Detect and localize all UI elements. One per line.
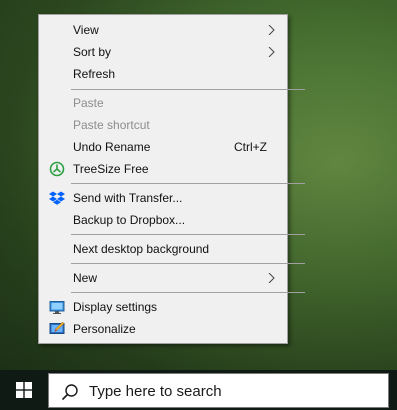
menu-item-view-label: View xyxy=(73,23,99,37)
menu-item-send-with-transfer[interactable]: Send with Transfer... xyxy=(39,187,287,209)
taskbar xyxy=(0,370,397,410)
menu-item-new-label: New xyxy=(73,271,98,285)
treesize-icon xyxy=(49,161,65,177)
menu-item-personalize-label: Personalize xyxy=(73,322,136,336)
menu-item-paste[interactable]: Paste xyxy=(39,92,287,114)
menu-item-undo-rename[interactable]: Undo Rename Ctrl+Z xyxy=(39,136,287,158)
taskbar-search-box[interactable] xyxy=(48,373,389,408)
menu-item-view[interactable]: View xyxy=(39,19,287,41)
menu-item-backup-to-dropbox[interactable]: Backup to Dropbox... xyxy=(39,209,287,231)
start-button[interactable] xyxy=(0,370,48,410)
menu-item-backup-to-dropbox-label: Backup to Dropbox... xyxy=(73,213,186,227)
monitor-icon xyxy=(49,301,65,314)
menu-separator xyxy=(71,292,305,293)
menu-item-treesize-free[interactable]: TreeSize Free xyxy=(39,158,287,180)
menu-item-paste-label: Paste xyxy=(73,96,104,110)
menu-item-personalize[interactable]: Personalize xyxy=(39,318,287,340)
menu-item-new[interactable]: New xyxy=(39,267,287,289)
menu-item-next-desktop-background[interactable]: Next desktop background xyxy=(39,238,287,260)
desktop-context-menu: View Sort by Refresh Paste Paste shortcu… xyxy=(38,14,305,344)
search-input[interactable] xyxy=(89,379,379,403)
chevron-right-icon xyxy=(268,273,275,283)
menu-item-send-with-transfer-label: Send with Transfer... xyxy=(73,191,183,205)
menu-item-paste-shortcut-label: Paste shortcut xyxy=(73,118,150,132)
chevron-right-icon xyxy=(268,47,275,57)
menu-separator xyxy=(71,263,305,264)
menu-item-undo-rename-label: Undo Rename xyxy=(73,140,151,154)
search-icon xyxy=(61,384,78,401)
menu-item-paste-shortcut[interactable]: Paste shortcut xyxy=(39,114,287,136)
menu-item-sort-by-label: Sort by xyxy=(73,45,112,59)
dropbox-icon xyxy=(49,191,65,205)
menu-item-display-settings-label: Display settings xyxy=(73,300,158,314)
menu-item-next-desktop-background-label: Next desktop background xyxy=(73,242,210,256)
windows-logo-icon xyxy=(16,382,32,398)
menu-separator xyxy=(71,183,305,184)
keyboard-shortcut: Ctrl+Z xyxy=(234,140,267,154)
menu-item-refresh-label: Refresh xyxy=(73,67,116,81)
menu-separator xyxy=(71,89,305,90)
menu-item-refresh[interactable]: Refresh xyxy=(39,63,287,85)
menu-item-sort-by[interactable]: Sort by xyxy=(39,41,287,63)
chevron-right-icon xyxy=(268,25,275,35)
menu-separator xyxy=(71,234,305,235)
menu-item-display-settings[interactable]: Display settings xyxy=(39,296,287,318)
menu-item-treesize-free-label: TreeSize Free xyxy=(73,162,149,176)
personalize-icon xyxy=(49,321,65,334)
